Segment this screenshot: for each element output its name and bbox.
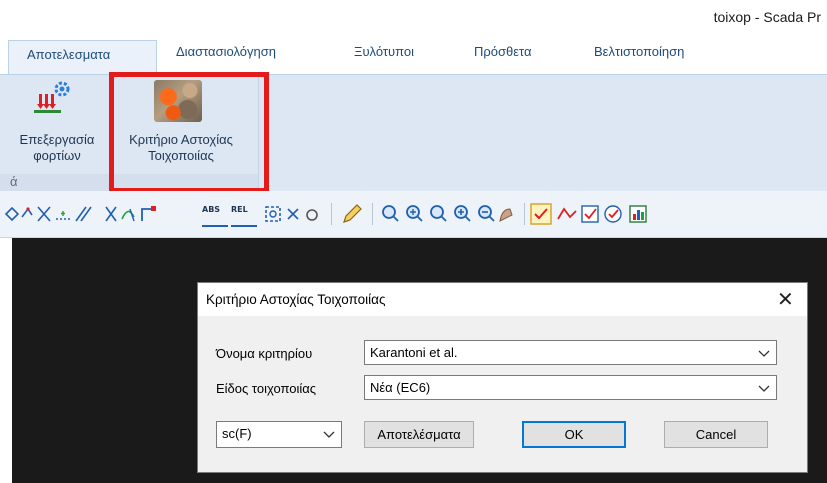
toolbar-divider xyxy=(372,203,373,225)
masonry-type-value: Νέα (EC6) xyxy=(370,380,431,395)
failure-criterion-dialog: Κριτήριο Αστοχίας Τοιχοποιίας ✕ Όνομα κρ… xyxy=(197,282,808,473)
masonry-type-label: Είδος τοιχοποιίας xyxy=(216,381,317,396)
criterion-name-select[interactable]: Karantoni et al. xyxy=(364,340,777,365)
chevron-down-icon xyxy=(758,350,770,357)
view-tools-icon[interactable] xyxy=(530,203,652,225)
draw-tools-icon[interactable] xyxy=(4,203,34,225)
ribbon-tabs: Αποτελεσματα Διαστασιολόγηση Ξυλότυποι Π… xyxy=(0,34,827,74)
criterion-name-value: Karantoni et al. xyxy=(370,345,458,360)
toolbar-divider xyxy=(524,203,525,225)
object-tools-icon[interactable] xyxy=(262,203,322,225)
close-icon: ✕ xyxy=(777,289,794,311)
loads-processing-label-2: φορτίων xyxy=(33,148,81,163)
pencil-icon[interactable] xyxy=(340,203,364,225)
loads-processing-label-1: Επεξεργασία xyxy=(19,132,95,147)
canvas-left-edge xyxy=(0,238,12,483)
abs-icon[interactable]: ABS xyxy=(202,205,228,227)
tab-formwork[interactable]: Ξυλότυποι xyxy=(354,44,414,59)
tab-optimization[interactable]: Βελτιστοποίηση xyxy=(594,44,684,59)
zoom-tools-icon[interactable] xyxy=(380,203,516,225)
ok-button[interactable]: OK xyxy=(522,421,626,448)
cancel-button[interactable]: Cancel xyxy=(664,421,768,448)
dialog-title-bar: Κριτήριο Αστοχίας Τοιχοποιίας ✕ xyxy=(198,283,807,316)
tab-addons[interactable]: Πρόσθετα xyxy=(474,44,532,59)
tab-dimensioning[interactable]: Διαστασιολόγηση xyxy=(176,44,276,59)
red-highlight-frame xyxy=(109,72,269,193)
function-select[interactable]: sc(F) xyxy=(216,421,342,448)
snap-modes-icon[interactable] xyxy=(104,203,204,225)
function-value: sc(F) xyxy=(222,426,252,441)
results-button[interactable]: Αποτελέσματα xyxy=(364,421,474,448)
dialog-title: Κριτήριο Αστοχίας Τοιχοποιίας xyxy=(206,292,386,307)
title-bar: toixop - Scada Pr xyxy=(0,0,827,34)
tab-results[interactable]: Αποτελεσματα xyxy=(8,40,157,74)
loads-processing-button[interactable]: Επεξεργασία φορτίων xyxy=(10,132,104,164)
drawing-toolbar: ABS REL xyxy=(0,191,827,238)
chevron-down-icon xyxy=(758,385,770,392)
criterion-name-label: Όνομα κριτηρίου xyxy=(216,346,313,361)
ribbon-group-label: ά xyxy=(10,174,18,189)
loads-processing-icon xyxy=(34,81,70,113)
masonry-type-select[interactable]: Νέα (EC6) xyxy=(364,375,777,400)
window-title: toixop - Scada Pr xyxy=(713,9,821,25)
snap-tools-icon[interactable] xyxy=(36,203,100,225)
app-window: toixop - Scada Pr Αποτελεσματα Διαστασιο… xyxy=(0,0,827,483)
dialog-close-button[interactable]: ✕ xyxy=(763,283,807,316)
toolbar-divider xyxy=(331,203,332,225)
chevron-down-icon xyxy=(323,431,335,438)
rel-icon[interactable]: REL xyxy=(231,205,257,227)
